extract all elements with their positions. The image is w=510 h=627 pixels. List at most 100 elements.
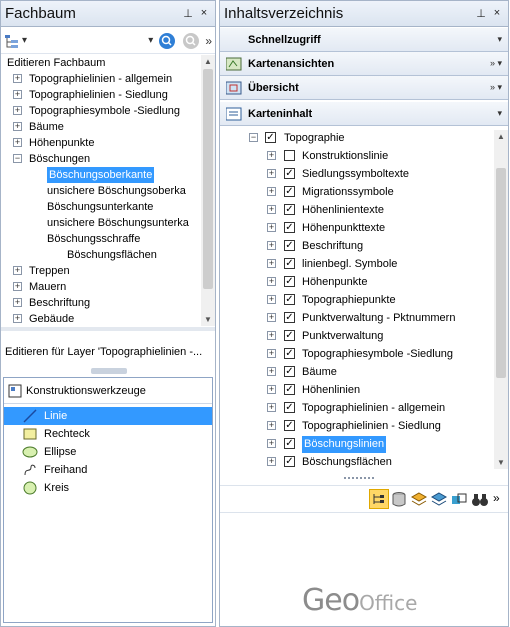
layer-checkbox[interactable]: ✓ [284,240,295,251]
layer-checkbox[interactable]: ✓ [284,222,295,233]
expand-icon[interactable]: + [267,313,276,322]
collapse-icon[interactable]: − [249,133,258,142]
scroll-down-icon[interactable]: ▼ [201,315,215,324]
tree-item[interactable]: + Höhenpunkte [1,135,215,151]
expand-icon[interactable]: + [267,295,276,304]
expand-icon[interactable]: + [13,266,22,275]
section-kartenansichten[interactable]: Kartenansichten » ▾ [220,52,508,76]
search-disabled-icon[interactable] [183,31,200,51]
layer-checkbox[interactable]: ✓ [284,276,295,287]
selection-icon[interactable] [451,492,467,511]
toolbar-more-icon[interactable]: » [493,491,500,505]
tool-rectangle[interactable]: Rechteck [4,425,212,443]
layer-row[interactable]: + ✓ Siedlungssymboltexte [220,166,508,184]
expand-icon[interactable]: + [267,421,276,430]
expand-arrow-icon[interactable]: » ▾ [490,82,508,93]
layer-tree-toggle-icon[interactable] [369,489,389,509]
tree-item[interactable]: + Topographielinien - allgemein [1,71,215,87]
combo-dropdown-icon[interactable]: ▾ [148,31,153,51]
collapse-icon[interactable]: − [13,154,22,163]
layer-row[interactable]: + ✓ Punktverwaltung - Pktnummern [220,310,508,328]
layer-checkbox[interactable]: ✓ [284,294,295,305]
layer-checkbox[interactable]: ✓ [284,456,295,467]
tree-view-icon[interactable] [4,31,20,51]
scroll-up-icon[interactable]: ▲ [201,57,215,66]
source-icon[interactable] [430,492,448,511]
expand-icon[interactable]: + [13,74,22,83]
expand-icon[interactable]: + [267,349,276,358]
close-icon[interactable]: × [492,7,502,20]
expand-icon[interactable]: + [13,90,22,99]
tree-item[interactable]: Böschungsschraffe [1,231,215,247]
layer-row[interactable]: + ✓ Bäume [220,364,508,382]
tree-item[interactable]: Böschungsoberkante [1,167,215,183]
layer-scrollbar[interactable]: ▲ ▼ [494,130,508,469]
expand-icon[interactable]: + [13,298,22,307]
tree-item[interactable]: + Topographiesymbole -Siedlung [1,103,215,119]
expand-icon[interactable]: + [267,169,276,178]
layer-row[interactable]: + ✓ Topographiesymbole -Siedlung [220,346,508,364]
layer-row[interactable]: + ✓ Topographiepunkte [220,292,508,310]
layer-checkbox[interactable]: ✓ [284,438,295,449]
layer-checkbox[interactable]: ✓ [284,366,295,377]
tree-scroll-thumb[interactable] [203,69,213,289]
expand-icon[interactable]: + [13,122,22,131]
expand-arrow-icon[interactable]: » ▾ [490,58,508,69]
section-karteninhalt[interactable]: Karteninhalt ▾ [220,102,508,126]
layer-row[interactable]: + ✓ Beschriftung [220,238,508,256]
layer-checkbox[interactable]: ✓ [284,312,295,323]
expand-icon[interactable]: + [267,457,276,466]
layer-checkbox[interactable]: ✓ [284,420,295,431]
layer-checkbox[interactable]: ✓ [284,402,295,413]
tree-item[interactable]: Böschungsunterkante [1,199,215,215]
layer-root-row[interactable]: − ✓ Topographie [220,130,508,148]
layer-row[interactable]: + ✓ Höhenlinien [220,382,508,400]
layer-checkbox[interactable]: ✓ [284,168,295,179]
expand-icon[interactable]: + [267,187,276,196]
expand-icon[interactable]: + [267,385,276,394]
expand-icon[interactable]: + [267,403,276,412]
expand-icon[interactable]: + [13,282,22,291]
layer-row[interactable]: + ✓ Höhenlinientexte [220,202,508,220]
tool-circle[interactable]: Kreis [4,479,212,497]
expand-icon[interactable]: + [267,439,276,448]
resize-grip[interactable] [220,473,508,483]
tree-root[interactable]: Editieren Fachbaum [1,55,215,71]
layer-checkbox[interactable]: ✓ [284,348,295,359]
tree-item[interactable]: + Beschriftung [1,295,215,311]
section-schnellzugriff[interactable]: Schnellzugriff ▾ [220,28,508,52]
search-icon[interactable] [159,31,176,51]
layer-row[interactable]: + ✓ Topographielinien - allgemein [220,400,508,418]
expand-arrow-icon[interactable]: ▾ [497,34,508,45]
layer-row[interactable]: + ✓ Höhenpunkttexte [220,220,508,238]
database-icon[interactable] [392,492,406,511]
tree-splitter[interactable] [1,327,215,331]
tree-item[interactable]: + Bäume [1,119,215,135]
panel-resize-grip[interactable] [91,368,127,374]
section-uebersicht[interactable]: Übersicht » ▾ [220,76,508,100]
expand-icon[interactable]: + [13,138,22,147]
expand-icon[interactable]: + [13,106,22,115]
expand-icon[interactable]: + [267,259,276,268]
layer-row[interactable]: + ✓ Topographielinien - Siedlung [220,418,508,436]
layer-row[interactable]: + ✓ Höhenpunkte [220,274,508,292]
layers-icon[interactable] [410,492,428,511]
expand-icon[interactable]: + [267,241,276,250]
layer-row[interactable]: + Konstruktionslinie [220,148,508,166]
layer-scroll-thumb[interactable] [496,168,506,378]
layer-checkbox[interactable]: ✓ [284,186,295,197]
tree-item[interactable]: − Böschungen [1,151,215,167]
pin-icon[interactable]: ⊥ [183,7,193,20]
layer-row[interactable]: + ✓ Böschungsflächen [220,454,508,469]
layer-checkbox[interactable]: ✓ [284,384,295,395]
tree-item[interactable]: unsichere Böschungsoberka [1,183,215,199]
tool-freehand[interactable]: Freihand [4,461,212,479]
close-icon[interactable]: × [199,7,209,20]
expand-icon[interactable]: + [267,331,276,340]
tree-item[interactable]: + Gebäude [1,311,215,326]
tree-item[interactable]: + Treppen [1,263,215,279]
layer-checkbox[interactable]: ✓ [284,204,295,215]
layer-checkbox[interactable] [284,150,295,161]
layer-row[interactable]: + ✓ Punktverwaltung [220,328,508,346]
pin-icon[interactable]: ⊥ [476,7,486,20]
